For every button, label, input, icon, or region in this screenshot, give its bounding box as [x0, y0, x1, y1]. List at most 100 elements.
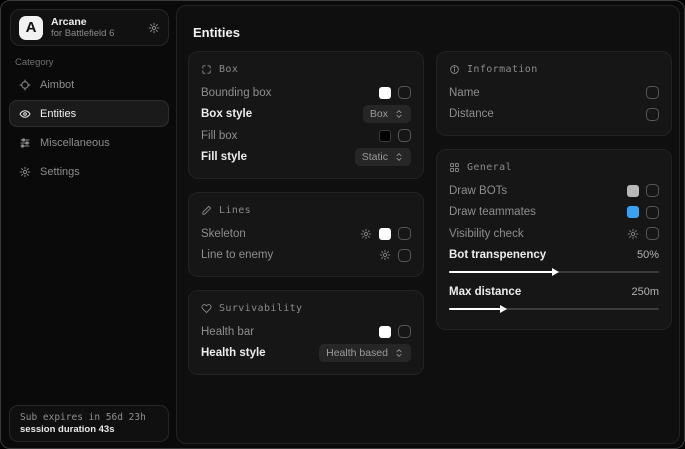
- gear-icon: [19, 166, 31, 178]
- setting-label: Fill style: [201, 151, 355, 163]
- checkbox[interactable]: [398, 227, 411, 240]
- checkbox[interactable]: [398, 325, 411, 338]
- box-corners-icon: [201, 64, 212, 75]
- dropdown-box-style[interactable]: Box: [363, 105, 411, 123]
- checkbox[interactable]: [646, 206, 659, 219]
- category-label: Category: [15, 57, 54, 68]
- gear-icon[interactable]: [379, 249, 391, 261]
- pencil-icon: [201, 205, 212, 216]
- card-header: Box: [201, 61, 411, 77]
- app-subtitle: for Battlefield 6: [51, 29, 148, 40]
- card-header: General: [449, 159, 659, 175]
- crosshair-icon: [19, 79, 31, 91]
- color-swatch[interactable]: [379, 130, 391, 142]
- setting-label: Distance: [449, 108, 646, 120]
- checkbox[interactable]: [398, 86, 411, 99]
- app-logo: A: [19, 16, 43, 40]
- dropdown-fill-style[interactable]: Static: [355, 148, 411, 166]
- setting-row-fill-style: Fill style Static: [201, 147, 411, 169]
- setting-row-line-to-enemy: Line to enemy: [201, 245, 411, 267]
- checkbox[interactable]: [398, 249, 411, 262]
- main-panel: Entities Box Bounding box Box style Box Fill…: [176, 5, 680, 444]
- gear-icon[interactable]: [148, 22, 160, 34]
- checkbox[interactable]: [646, 86, 659, 99]
- setting-label: Box style: [201, 108, 363, 120]
- dropdown-health-style[interactable]: Health based: [319, 344, 411, 362]
- session-duration-text: session duration 43s: [20, 424, 158, 435]
- gear-icon[interactable]: [627, 228, 639, 240]
- setting-row-box-style: Box style Box: [201, 104, 411, 126]
- setting-label: Fill box: [201, 130, 379, 142]
- setting-label: Skeleton: [201, 228, 360, 240]
- card-title: Survivability: [219, 303, 302, 314]
- grid-icon: [449, 162, 460, 173]
- color-swatch[interactable]: [627, 185, 639, 197]
- page-title: Entities: [193, 25, 240, 40]
- slider-value: 250m: [631, 286, 659, 298]
- slider-thumb[interactable]: [552, 268, 559, 276]
- sidebar-item-aimbot[interactable]: Aimbot: [9, 71, 169, 98]
- card-column: Information Name Distance General Draw BOTs D…: [436, 51, 672, 375]
- setting-row-visibility-check: Visibility check: [449, 223, 659, 245]
- sidebar-item-label: Miscellaneous: [40, 137, 110, 149]
- setting-row-draw-teammates: Draw teammates: [449, 202, 659, 224]
- card-header: Information: [449, 61, 659, 77]
- cards-container: Box Bounding box Box style Box Fill box Fill …: [188, 51, 672, 375]
- card-title: Box: [219, 64, 238, 75]
- setting-row-name: Name: [449, 82, 659, 104]
- entities-icon: [19, 108, 31, 120]
- card-column: Box Bounding box Box style Box Fill box Fill …: [188, 51, 424, 375]
- slider-track[interactable]: [449, 305, 659, 313]
- sidebar-header: A Arcane for Battlefield 6: [10, 9, 169, 46]
- sidebar-item-label: Settings: [40, 166, 80, 178]
- color-swatch[interactable]: [627, 206, 639, 218]
- slider-track[interactable]: [449, 268, 659, 276]
- gear-icon[interactable]: [360, 228, 372, 240]
- dropdown-value: Static: [362, 151, 388, 163]
- sidebar: A Arcane for Battlefield 6 Category Aimb…: [1, 1, 176, 448]
- setting-label: Health bar: [201, 326, 379, 338]
- card-title: General: [467, 162, 512, 173]
- setting-slider-bot-transpenency: Bot transpenency50%: [449, 245, 659, 282]
- card-information: Information Name Distance: [436, 51, 672, 136]
- dropdown-value: Box: [370, 108, 388, 120]
- chevrons-updown-icon: [394, 348, 404, 358]
- sidebar-item-entities[interactable]: Entities: [9, 100, 169, 127]
- sidebar-item-miscellaneous[interactable]: Miscellaneous: [9, 129, 169, 156]
- setting-row-draw-bots: Draw BOTs: [449, 180, 659, 202]
- chevrons-updown-icon: [394, 109, 404, 119]
- setting-row-fill-box: Fill box: [201, 125, 411, 147]
- setting-label: Line to enemy: [201, 249, 379, 261]
- setting-label: Name: [449, 87, 646, 99]
- dropdown-value: Health based: [326, 347, 388, 359]
- sub-expires-text: Sub expires in 56d 23h: [20, 412, 158, 423]
- subscription-info: Sub expires in 56d 23h session duration …: [9, 405, 169, 442]
- card-general: General Draw BOTs Draw teammates Visibility…: [436, 149, 672, 330]
- card-lines: LinesSkeletonLine to enemy: [188, 192, 424, 277]
- info-icon: [449, 64, 460, 75]
- app-name: Arcane: [51, 16, 148, 28]
- checkbox[interactable]: [398, 129, 411, 142]
- chevrons-updown-icon: [394, 152, 404, 162]
- setting-label: Health style: [201, 347, 319, 359]
- checkbox[interactable]: [646, 108, 659, 121]
- card-header: Survivability: [201, 300, 411, 316]
- checkbox[interactable]: [646, 184, 659, 197]
- color-swatch[interactable]: [379, 87, 391, 99]
- setting-row-bounding-box: Bounding box: [201, 82, 411, 104]
- app-window: A Arcane for Battlefield 6 Category Aimb…: [0, 0, 685, 449]
- sidebar-item-label: Entities: [40, 108, 76, 120]
- setting-label: Visibility check: [449, 228, 627, 240]
- sidebar-nav: Aimbot Entities Miscellaneous Settings: [9, 71, 169, 185]
- color-swatch[interactable]: [379, 326, 391, 338]
- card-box: Box Bounding box Box style Box Fill box Fill …: [188, 51, 424, 179]
- checkbox[interactable]: [646, 227, 659, 240]
- slider-thumb[interactable]: [500, 305, 507, 313]
- setting-row-skeleton: Skeleton: [201, 223, 411, 245]
- card-survivability: Survivability Health bar Health style Healt…: [188, 290, 424, 375]
- slider-value: 50%: [637, 249, 659, 261]
- sidebar-item-settings[interactable]: Settings: [9, 158, 169, 185]
- setting-row-health-bar: Health bar: [201, 321, 411, 343]
- setting-label: Draw BOTs: [449, 185, 627, 197]
- color-swatch[interactable]: [379, 228, 391, 240]
